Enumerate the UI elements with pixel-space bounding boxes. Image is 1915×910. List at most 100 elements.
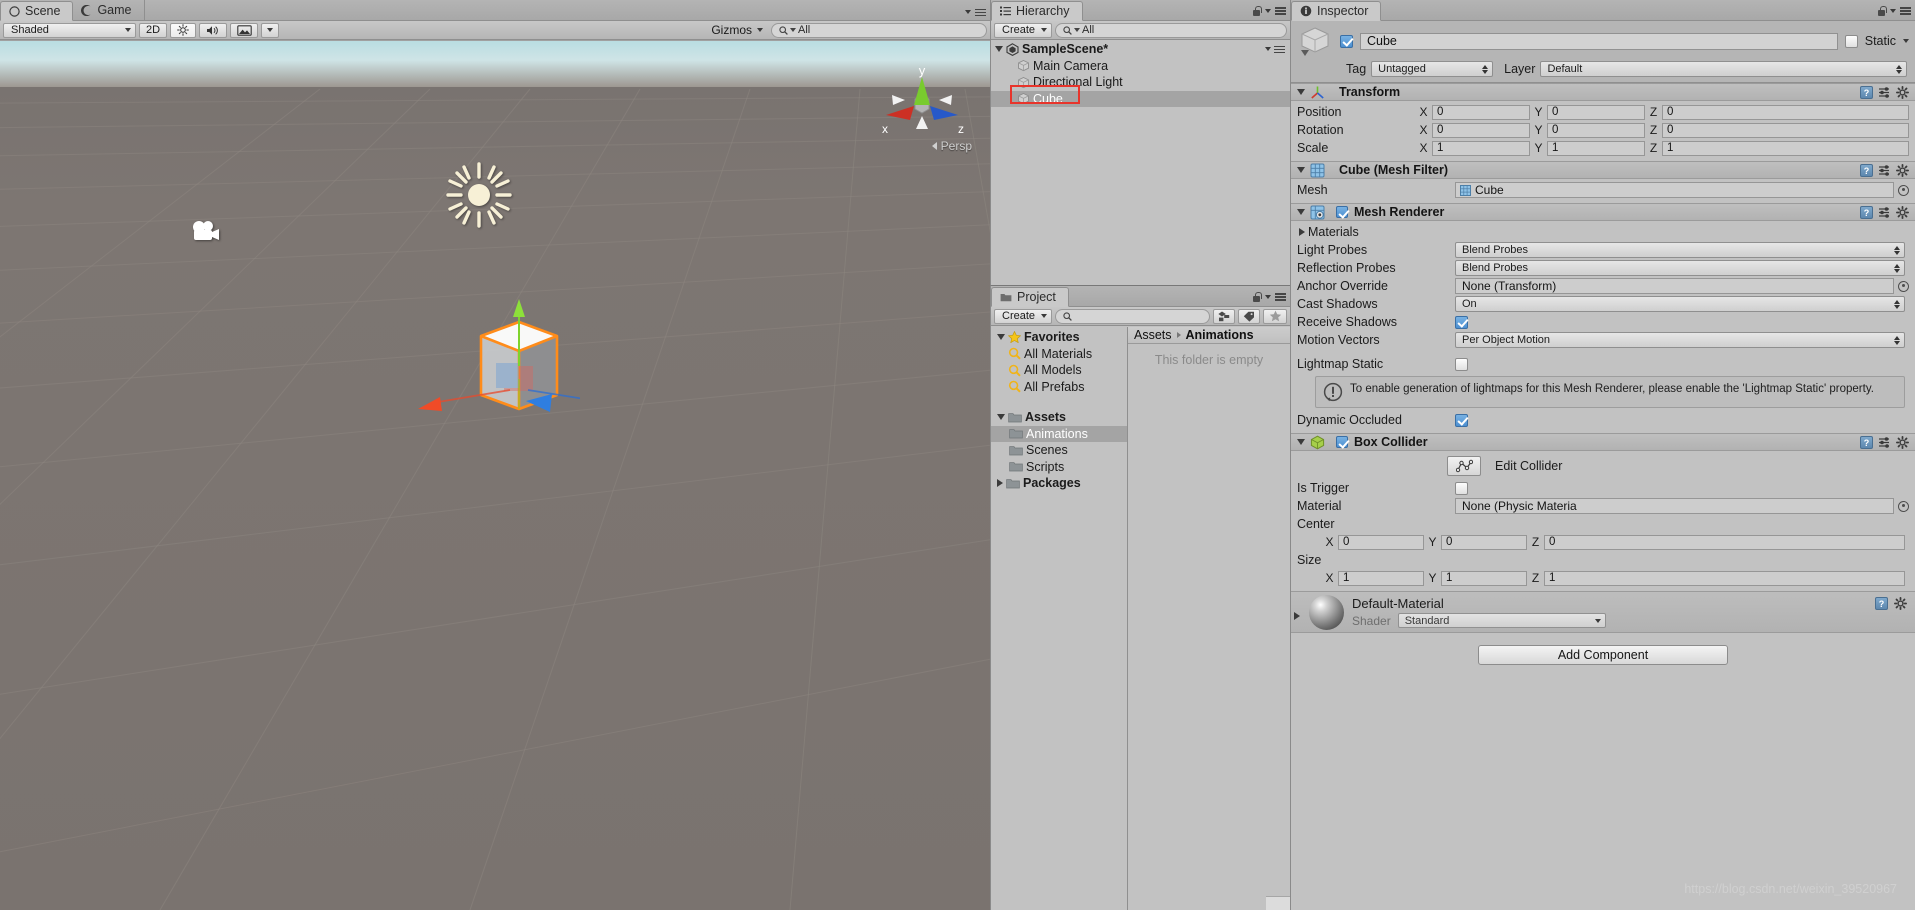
help-icon[interactable]: ? [1875,597,1888,610]
cast-shadows-dropdown[interactable]: On [1455,296,1905,312]
mesh-picker-icon[interactable] [1898,184,1909,196]
preset-icon[interactable] [1878,86,1891,99]
project-zoom-slider[interactable] [1266,896,1349,910]
rotation-x-input[interactable]: 0 [1432,122,1530,138]
triangle-right-icon[interactable] [1299,228,1305,236]
anchor-override-object-field[interactable]: None (Transform) [1455,278,1894,294]
project-folder-scenes[interactable]: Scenes [991,442,1127,459]
project-search-input[interactable] [1055,308,1210,324]
scale-y-input[interactable]: 1 [1547,140,1645,156]
static-checkbox[interactable] [1844,34,1858,48]
project-favorite-all-models[interactable]: All Models [991,362,1127,379]
position-x-input[interactable]: 0 [1432,104,1530,120]
project-favorite-all-materials[interactable]: All Materials [991,346,1127,363]
size-x-input[interactable]: 1 [1338,570,1424,586]
projection-mode-label[interactable]: Persp [931,139,972,153]
scene-viewport[interactable]: y x z Persp [0,41,990,910]
draw-mode-dropdown[interactable]: Shaded [3,22,136,38]
add-component-button[interactable]: Add Component [1478,645,1728,665]
triangle-down-icon[interactable] [1297,89,1305,95]
center-x-input[interactable]: 0 [1338,534,1424,550]
hierarchy-item-main-camera[interactable]: Main Camera [991,58,1290,75]
chevron-down-icon[interactable] [1890,9,1896,13]
triangle-right-icon[interactable] [997,479,1003,488]
size-y-input[interactable]: 1 [1441,570,1527,586]
triangle-down-icon[interactable] [997,334,1005,341]
toggle-effects-button[interactable] [230,22,258,38]
preset-icon[interactable] [1878,164,1891,177]
chevron-down-icon[interactable] [1265,9,1271,13]
materials-foldout[interactable]: Materials [1297,223,1909,241]
layer-dropdown[interactable]: Default [1540,61,1907,77]
help-icon[interactable]: ? [1860,86,1873,99]
receive-shadows-checkbox[interactable] [1455,315,1468,329]
tab-project[interactable]: Project [991,287,1069,307]
lightmap-static-checkbox[interactable] [1455,357,1468,371]
hierarchy-scene-root[interactable]: SampleScene* [991,41,1290,58]
project-assets-root[interactable]: Assets [991,409,1127,426]
inspector-menu-icon[interactable] [1900,7,1911,15]
scene-menu-icon[interactable] [975,8,986,16]
gear-icon[interactable] [1894,597,1907,610]
tab-game[interactable]: Game [73,0,145,20]
material-header[interactable]: Default-Material Shader Standard ? [1291,591,1915,633]
position-z-input[interactable]: 0 [1662,104,1909,120]
save-search-button[interactable] [1263,308,1287,324]
scene-context-menu-icon[interactable] [1274,45,1285,53]
effects-dropdown[interactable] [261,22,279,38]
lock-icon[interactable] [1877,6,1887,16]
hierarchy-search-input[interactable]: All [1055,22,1287,38]
toggle-audio-button[interactable] [199,22,227,38]
scale-x-input[interactable]: 1 [1432,140,1530,156]
component-header-transform[interactable]: Transform ? [1291,83,1915,101]
triangle-down-icon[interactable] [995,46,1003,53]
project-favorites-root[interactable]: Favorites [991,329,1127,346]
component-header-box-collider[interactable]: Box Collider ? [1291,433,1915,451]
project-menu-icon[interactable] [1275,293,1286,301]
gear-icon[interactable] [1896,86,1909,99]
gear-icon[interactable] [1896,164,1909,177]
triangle-down-icon[interactable] [1297,167,1305,173]
chevron-down-icon[interactable] [1265,47,1271,52]
chevron-down-icon[interactable] [1903,39,1909,43]
lock-icon[interactable] [1252,292,1262,302]
motion-vectors-dropdown[interactable]: Per Object Motion [1455,332,1905,348]
camera-gizmo[interactable] [191,219,221,245]
triangle-down-icon[interactable] [997,414,1005,421]
center-y-input[interactable]: 0 [1441,534,1527,550]
object-enabled-checkbox[interactable] [1340,34,1353,48]
reflection-probes-dropdown[interactable]: Blend Probes [1455,260,1905,276]
hierarchy-item-cube[interactable]: Cube [991,90,1290,107]
project-folder-scripts[interactable]: Scripts [991,459,1127,476]
tab-scene[interactable]: Scene [0,1,74,21]
help-icon[interactable]: ? [1860,206,1873,219]
project-packages-root[interactable]: Packages [991,475,1127,492]
project-folder-animations[interactable]: Animations [991,425,1127,442]
center-z-input[interactable]: 0 [1544,534,1905,550]
edit-collider-button[interactable] [1447,456,1481,476]
breadcrumb-animations[interactable]: Animations [1186,328,1254,342]
directional-light-gizmo[interactable] [445,162,513,228]
help-icon[interactable]: ? [1860,436,1873,449]
object-name-input[interactable]: Cube [1360,32,1838,50]
project-create-button[interactable]: Create [994,308,1052,324]
project-favorite-all-prefabs[interactable]: All Prefabs [991,379,1127,396]
material-picker-icon[interactable] [1898,500,1909,512]
size-z-input[interactable]: 1 [1544,570,1905,586]
component-header-mesh-filter[interactable]: Cube (Mesh Filter) ? [1291,161,1915,179]
lock-icon[interactable] [1252,6,1262,16]
chevron-down-icon[interactable] [1265,295,1271,299]
rotation-y-input[interactable]: 0 [1547,122,1645,138]
light-probes-dropdown[interactable]: Blend Probes [1455,242,1905,258]
filter-by-label-button[interactable] [1238,308,1260,324]
preset-icon[interactable] [1878,206,1891,219]
triangle-down-icon[interactable] [1297,439,1305,445]
component-header-mesh-renderer[interactable]: Mesh Renderer ? [1291,203,1915,221]
tab-inspector[interactable]: Inspector [1291,1,1382,21]
dynamic-occluded-checkbox[interactable] [1455,413,1468,427]
scale-z-input[interactable]: 1 [1662,140,1909,156]
hierarchy-create-button[interactable]: Create [994,22,1052,38]
filter-by-type-button[interactable] [1213,308,1235,324]
scene-search-input[interactable]: All [771,22,987,38]
rotation-z-input[interactable]: 0 [1662,122,1909,138]
